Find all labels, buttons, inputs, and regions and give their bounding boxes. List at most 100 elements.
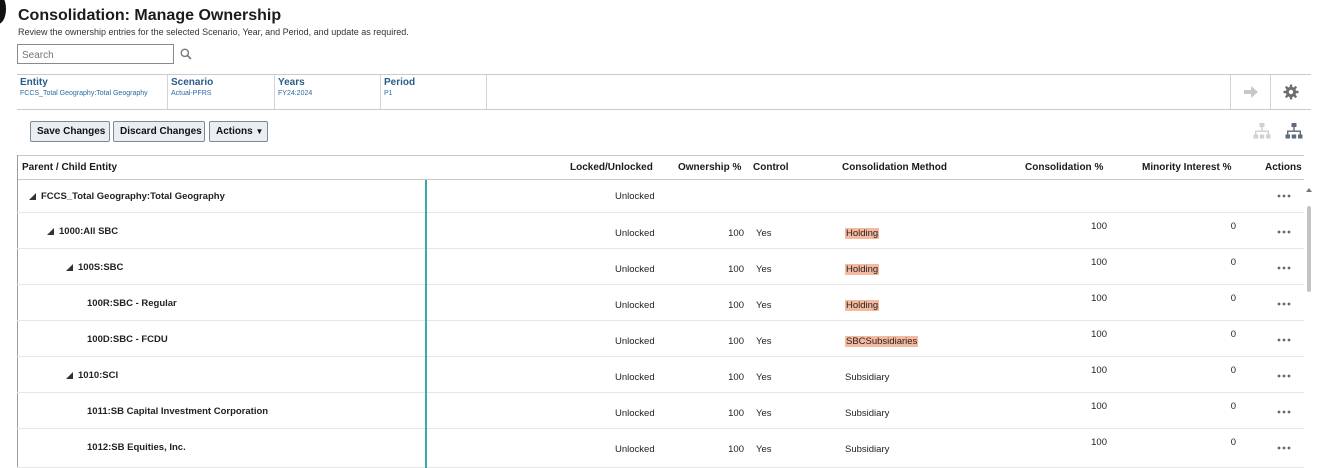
method-cell[interactable]: Holding bbox=[845, 300, 880, 311]
pov-scenario-label: Scenario bbox=[171, 77, 214, 88]
entity-cell[interactable]: FCCS_Total Geography:Total Geography bbox=[29, 191, 225, 202]
table-row[interactable]: 1012:SB Equities, Inc. Unlocked 100 Yes Subs… bbox=[17, 429, 1304, 468]
entity-cell[interactable]: 100S:SBC bbox=[66, 262, 123, 273]
table-row[interactable]: 100R:SBC - Regular Unlocked 100 Yes Holding 1… bbox=[17, 285, 1304, 321]
table-row[interactable]: 100S:SBC Unlocked 100 Yes Holding 100 0 bbox=[17, 249, 1304, 285]
expand-triangle-icon[interactable] bbox=[47, 228, 54, 235]
control-cell: Yes bbox=[756, 264, 772, 275]
discard-changes-button[interactable]: Discard Changes bbox=[113, 121, 205, 142]
ownership-cell: 100 bbox=[728, 336, 744, 347]
ownership-cell: 100 bbox=[728, 372, 744, 383]
window-corner-mark bbox=[0, 0, 6, 24]
method-cell[interactable]: Holding bbox=[845, 264, 880, 275]
grid-header: Parent / Child Entity Locked/Unlocked Ow… bbox=[17, 155, 1304, 180]
method-cell[interactable]: Subsidiary bbox=[845, 444, 889, 455]
ownership-cell: 100 bbox=[728, 264, 744, 275]
search-input[interactable] bbox=[22, 47, 172, 64]
save-changes-button[interactable]: Save Changes bbox=[30, 121, 110, 142]
hierarchy-icon[interactable] bbox=[1252, 122, 1272, 142]
entity-label: 1000:All SBC bbox=[59, 226, 119, 237]
pov-period[interactable]: Period P1 bbox=[381, 75, 487, 109]
more-horizontal-icon[interactable] bbox=[1277, 446, 1291, 450]
more-horizontal-icon[interactable] bbox=[1277, 230, 1291, 234]
method-cell[interactable]: Subsidiary bbox=[845, 408, 889, 419]
entity-cell[interactable]: 100D:SBC - FCDU bbox=[87, 334, 168, 345]
more-horizontal-icon[interactable] bbox=[1277, 338, 1291, 342]
pov-entity-label: Entity bbox=[20, 77, 48, 88]
table-row[interactable]: 1010:SCI Unlocked 100 Yes Subsidiary 100 0 bbox=[17, 357, 1304, 393]
more-horizontal-icon[interactable] bbox=[1277, 302, 1291, 306]
entity-label: 100R:SBC - Regular bbox=[87, 298, 177, 309]
more-horizontal-icon[interactable] bbox=[1277, 194, 1291, 198]
more-horizontal-icon[interactable] bbox=[1277, 374, 1291, 378]
pov-entity-value: FCCS_Total Geography:Total Geography bbox=[20, 90, 148, 97]
locked-cell: Unlocked bbox=[615, 408, 655, 419]
entity-cell[interactable]: 100R:SBC - Regular bbox=[87, 298, 177, 309]
pov-entity[interactable]: Entity FCCS_Total Geography:Total Geogra… bbox=[17, 75, 168, 109]
pov-years-value: FY24:2024 bbox=[278, 90, 313, 97]
gear-icon bbox=[1283, 84, 1298, 100]
control-cell: Yes bbox=[756, 228, 772, 239]
pov-years[interactable]: Years FY24:2024 bbox=[275, 75, 381, 109]
entity-label: FCCS_Total Geography:Total Geography bbox=[41, 191, 225, 202]
table-row[interactable]: FCCS_Total Geography:Total Geography Unlo… bbox=[17, 180, 1304, 213]
minority-cell: 0 bbox=[1230, 221, 1236, 232]
column-header-entity[interactable]: Parent / Child Entity bbox=[22, 162, 117, 173]
consolidation-cell: 100 bbox=[1091, 365, 1107, 376]
expand-triangle-icon[interactable] bbox=[66, 264, 73, 271]
consolidation-cell: 100 bbox=[1091, 437, 1107, 448]
minority-cell: 0 bbox=[1230, 437, 1236, 448]
expand-triangle-icon[interactable] bbox=[66, 372, 73, 379]
method-cell[interactable]: SBCSubsidiaries bbox=[845, 336, 919, 347]
page-description: Review the ownership entries for the sel… bbox=[18, 27, 409, 37]
consolidation-cell: 100 bbox=[1091, 401, 1107, 412]
caret-down-icon: ▼ bbox=[255, 127, 264, 136]
more-horizontal-icon[interactable] bbox=[1277, 266, 1291, 270]
actions-menu-button[interactable]: Actions ▼ bbox=[209, 121, 268, 142]
entity-cell[interactable]: 1011:SB Capital Investment Corporation bbox=[87, 406, 268, 417]
locked-cell: Unlocked bbox=[615, 444, 655, 455]
locked-cell: Unlocked bbox=[615, 336, 655, 347]
pov-go-button[interactable] bbox=[1230, 75, 1270, 109]
column-header-ownership[interactable]: Ownership % bbox=[678, 162, 741, 173]
control-cell: Yes bbox=[756, 444, 772, 455]
org-chart-icon[interactable] bbox=[1284, 122, 1304, 142]
column-header-minority[interactable]: Minority Interest % bbox=[1142, 162, 1231, 173]
search-field[interactable] bbox=[17, 44, 174, 64]
entity-cell[interactable]: 1000:All SBC bbox=[47, 226, 118, 237]
ownership-cell: 100 bbox=[728, 408, 744, 419]
search-icon[interactable] bbox=[180, 48, 192, 60]
arrow-right-icon bbox=[1243, 86, 1258, 98]
method-cell[interactable]: Holding bbox=[845, 228, 880, 239]
control-cell: Yes bbox=[756, 300, 772, 311]
pov-period-label: Period bbox=[384, 77, 416, 88]
ownership-cell: 100 bbox=[728, 228, 744, 239]
locked-cell: Unlocked bbox=[615, 191, 655, 202]
pov-years-label: Years bbox=[278, 77, 305, 88]
pov-settings-button[interactable] bbox=[1270, 75, 1310, 109]
minority-cell: 0 bbox=[1230, 257, 1236, 268]
table-row[interactable]: 100D:SBC - FCDU Unlocked 100 Yes SBCSubsidia… bbox=[17, 321, 1304, 357]
actions-menu-label: Actions bbox=[216, 126, 253, 137]
locked-cell: Unlocked bbox=[615, 372, 655, 383]
entity-cell[interactable]: 1012:SB Equities, Inc. bbox=[87, 442, 186, 453]
locked-cell: Unlocked bbox=[615, 264, 655, 275]
method-cell[interactable]: Subsidiary bbox=[845, 372, 889, 383]
more-horizontal-icon[interactable] bbox=[1277, 410, 1291, 414]
vertical-scrollbar-thumb[interactable] bbox=[1307, 206, 1311, 292]
minority-cell: 0 bbox=[1230, 401, 1236, 412]
column-header-actions: Actions bbox=[1265, 162, 1302, 173]
expand-triangle-icon[interactable] bbox=[29, 193, 36, 200]
entity-cell[interactable]: 1010:SCI bbox=[66, 370, 118, 381]
entity-label: 1010:SCI bbox=[78, 370, 119, 381]
pov-scenario[interactable]: Scenario Actual-PFRS bbox=[168, 75, 275, 109]
table-row[interactable]: 1011:SB Capital Investment Corporation Un… bbox=[17, 393, 1304, 429]
column-header-consolidation[interactable]: Consolidation % bbox=[1025, 162, 1103, 173]
column-header-method[interactable]: Consolidation Method bbox=[842, 162, 947, 173]
column-header-control[interactable]: Control bbox=[753, 162, 789, 173]
consolidation-cell: 100 bbox=[1091, 257, 1107, 268]
control-cell: Yes bbox=[756, 372, 772, 383]
column-header-locked[interactable]: Locked/Unlocked bbox=[570, 162, 653, 173]
scroll-up-arrow[interactable] bbox=[1306, 188, 1312, 192]
table-row[interactable]: 1000:All SBC Unlocked 100 Yes Holding 100 0 bbox=[17, 213, 1304, 249]
